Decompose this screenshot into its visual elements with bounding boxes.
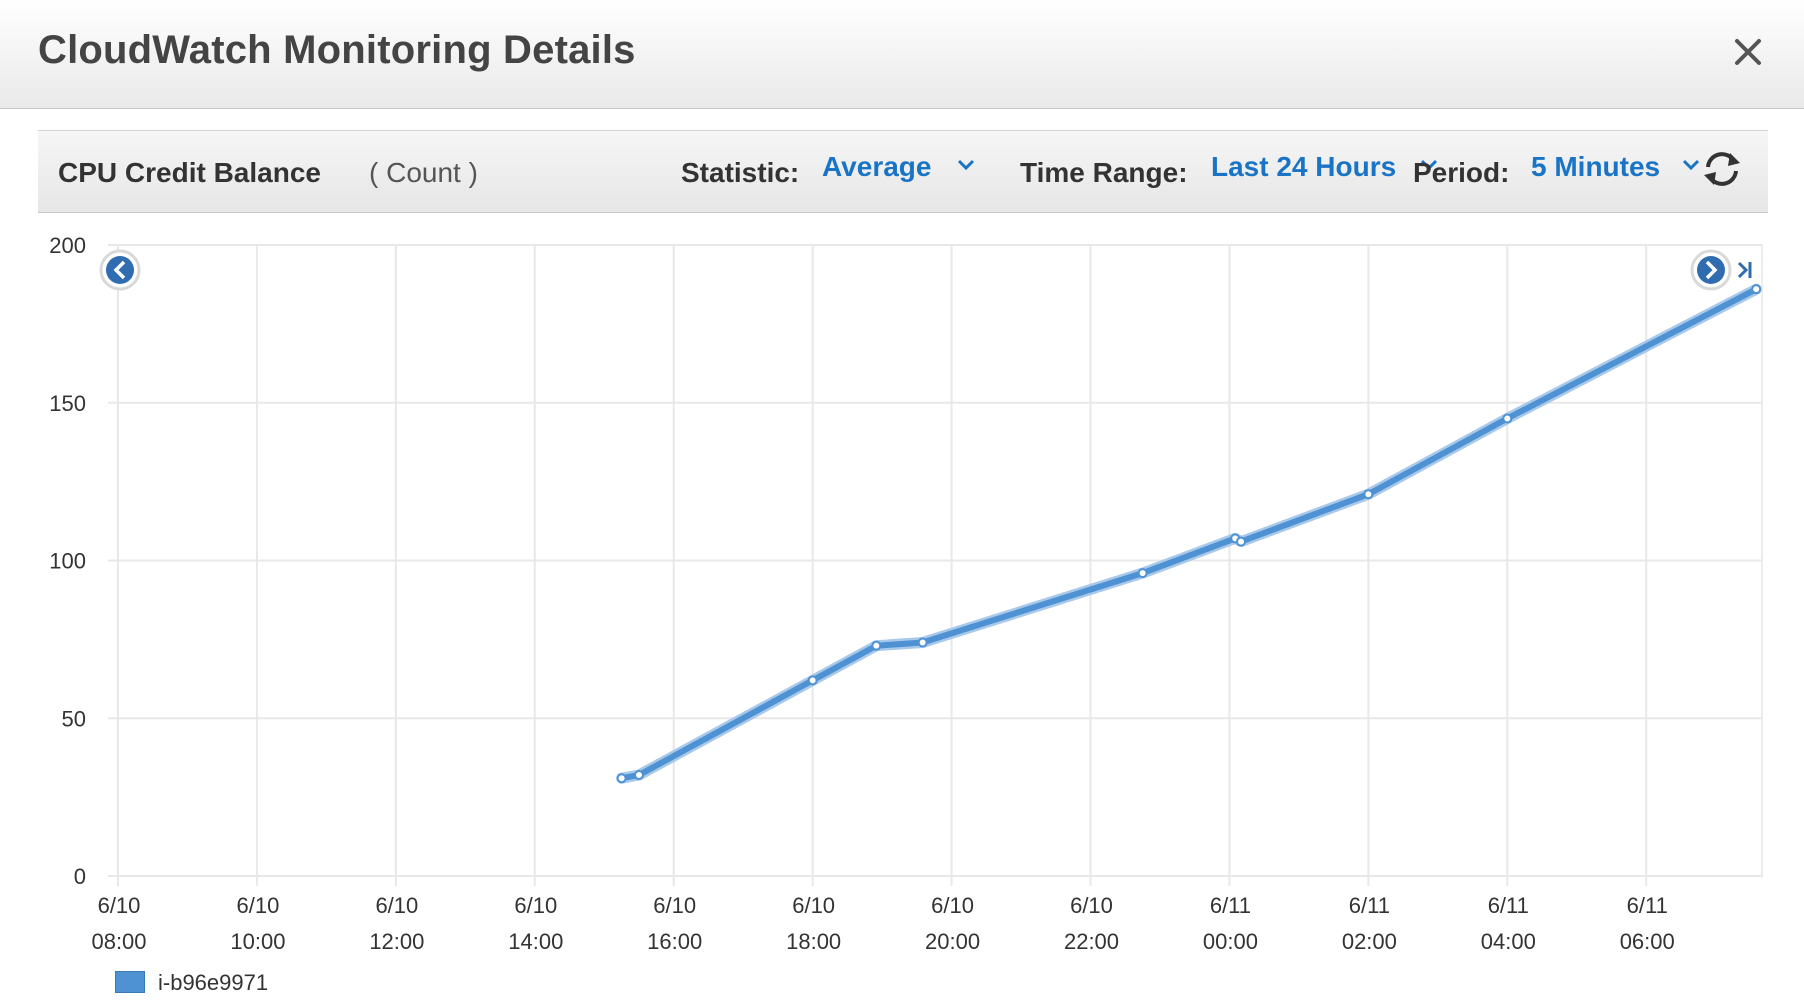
y-tick-label: 200 [49, 233, 86, 258]
x-tick-time: 04:00 [1481, 929, 1536, 954]
x-tick-time: 20:00 [925, 929, 980, 954]
x-tick-time: 12:00 [369, 929, 424, 954]
x-tick-date: 6/11 [1488, 893, 1529, 918]
x-tick-date: 6/10 [514, 893, 557, 918]
x-tick-date: 6/11 [1349, 893, 1390, 918]
x-tick-time: 10:00 [230, 929, 285, 954]
scroll-left-button[interactable] [99, 249, 141, 291]
series-point [616, 773, 627, 784]
scroll-to-end-button[interactable] [1737, 261, 1752, 279]
x-tick-date: 6/11 [1627, 893, 1668, 918]
legend-series-label[interactable]: i-b96e9971 [158, 970, 268, 996]
x-tick-date: 6/10 [98, 893, 141, 918]
x-tick-date: 6/10 [375, 893, 418, 918]
y-tick-label: 0 [74, 864, 86, 889]
x-tick-time: 14:00 [508, 929, 563, 954]
x-tick-time: 06:00 [1620, 929, 1675, 954]
x-tick-date: 6/10 [1070, 893, 1113, 918]
y-tick-label: 50 [62, 706, 86, 731]
series-point [917, 637, 928, 648]
series-point [1236, 536, 1247, 547]
series-point [871, 640, 882, 651]
x-tick-time: 08:00 [91, 929, 146, 954]
series-point [807, 675, 818, 686]
x-tick-date: 6/11 [1210, 893, 1251, 918]
x-axis-ticks: 6/10 08:00 6/10 10:00 6/10 12:00 6/10 14:00 6/10… [91, 893, 1674, 954]
series-point [1751, 284, 1762, 295]
chart-grid [108, 244, 1763, 886]
cpu-credit-chart: 0 50 100 150 200 6/10 08:00 6/10 10:00 6/10 12:00… [49, 233, 1763, 954]
x-tick-date: 6/10 [792, 893, 835, 918]
series-line [618, 286, 1760, 782]
scroll-right-button[interactable] [1690, 249, 1732, 291]
x-tick-time: 22:00 [1064, 929, 1119, 954]
x-tick-time: 00:00 [1203, 929, 1258, 954]
series-point [1363, 489, 1374, 500]
x-tick-time: 02:00 [1342, 929, 1397, 954]
y-tick-label: 100 [49, 549, 86, 574]
series-point [633, 770, 644, 781]
x-tick-time: 18:00 [786, 929, 841, 954]
x-tick-date: 6/10 [237, 893, 280, 918]
series-point [1137, 568, 1148, 579]
y-tick-label: 150 [49, 391, 86, 416]
legend-swatch[interactable] [115, 971, 145, 993]
series-line-halo [616, 283, 1762, 784]
x-tick-date: 6/10 [931, 893, 974, 918]
series-point [1502, 413, 1513, 424]
y-axis-ticks: 0 50 100 150 200 [49, 233, 86, 889]
x-tick-date: 6/10 [653, 893, 696, 918]
x-tick-time: 16:00 [647, 929, 702, 954]
series-layer [616, 283, 1762, 784]
